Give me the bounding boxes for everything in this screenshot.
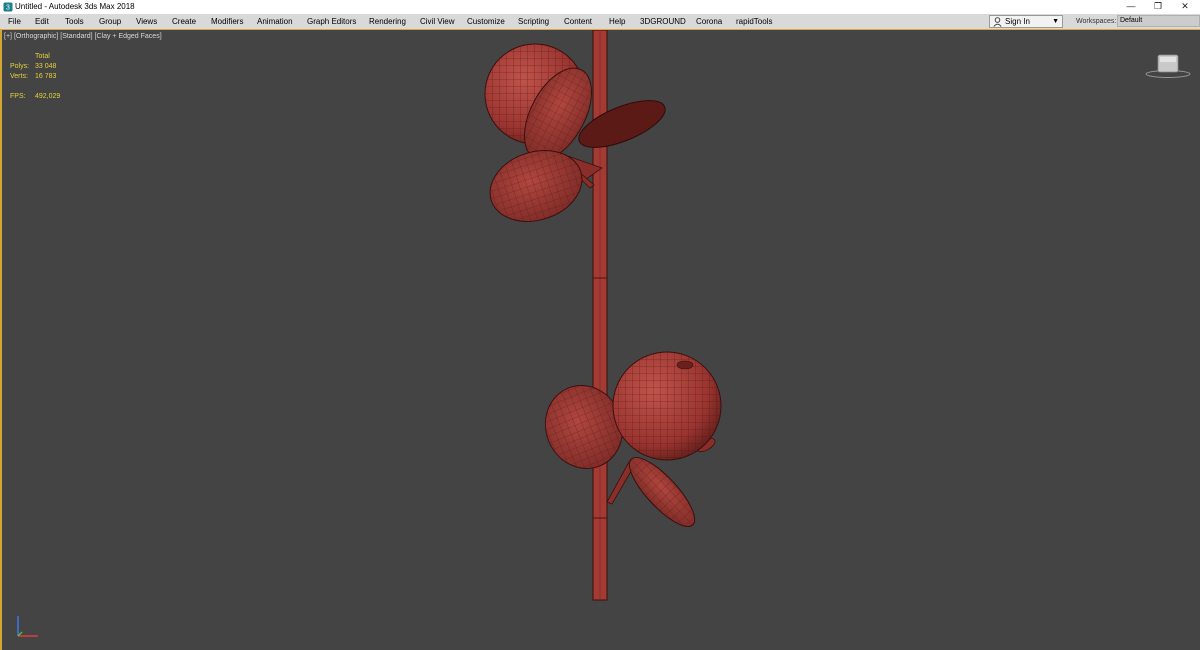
upper-flower[interactable] [481,43,671,233]
menu-rendering[interactable]: Rendering [369,14,406,29]
dropdown-caret-icon: ▼ [1052,18,1059,25]
menu-graph-editors[interactable]: Graph Editors [307,14,356,29]
user-icon [993,17,1002,27]
title-bar: 3 Untitled - Autodesk 3ds Max 2018 — ❐ ✕ [0,0,1200,14]
menu-rapidtools[interactable]: rapidTools [736,14,772,29]
menu-animation[interactable]: Animation [257,14,293,29]
scene-geometry[interactable] [2,30,1198,650]
workspaces-label: Workspaces: [1076,18,1117,25]
menu-civil-view[interactable]: Civil View [420,14,455,29]
menu-3dground[interactable]: 3DGROUND [640,14,686,29]
menu-bar: File Edit Tools Group Views Create Modif… [0,14,1200,30]
menu-help[interactable]: Help [609,14,625,29]
menu-group[interactable]: Group [99,14,121,29]
menu-tools[interactable]: Tools [65,14,84,29]
lower-flower[interactable] [533,351,722,535]
menu-create[interactable]: Create [172,14,196,29]
menu-modifiers[interactable]: Modifiers [211,14,243,29]
3dsmax-app-icon: 3 [3,2,13,12]
minimize-button[interactable]: — [1118,0,1144,14]
menu-edit[interactable]: Edit [35,14,49,29]
maximize-button[interactable]: ❐ [1145,0,1171,14]
svg-text:3: 3 [6,5,10,12]
menu-content[interactable]: Content [564,14,592,29]
sign-in-label: Sign In [1005,17,1030,26]
menu-file[interactable]: File [8,14,21,29]
menu-scripting[interactable]: Scripting [518,14,549,29]
viewport-orthographic[interactable]: [+] [Orthographic] [Standard] [Clay + Ed… [0,30,1200,650]
axis-tripod-icon [17,616,38,637]
viewcube-icon[interactable] [1144,52,1192,80]
menu-views[interactable]: Views [136,14,157,29]
menu-corona[interactable]: Corona [696,14,722,29]
workspace-select[interactable]: Default [1117,15,1200,27]
sign-in-dropdown[interactable]: Sign In ▼ [989,15,1063,28]
window-title: Untitled - Autodesk 3ds Max 2018 [15,2,135,11]
close-button[interactable]: ✕ [1172,0,1198,14]
menu-customize[interactable]: Customize [467,14,505,29]
